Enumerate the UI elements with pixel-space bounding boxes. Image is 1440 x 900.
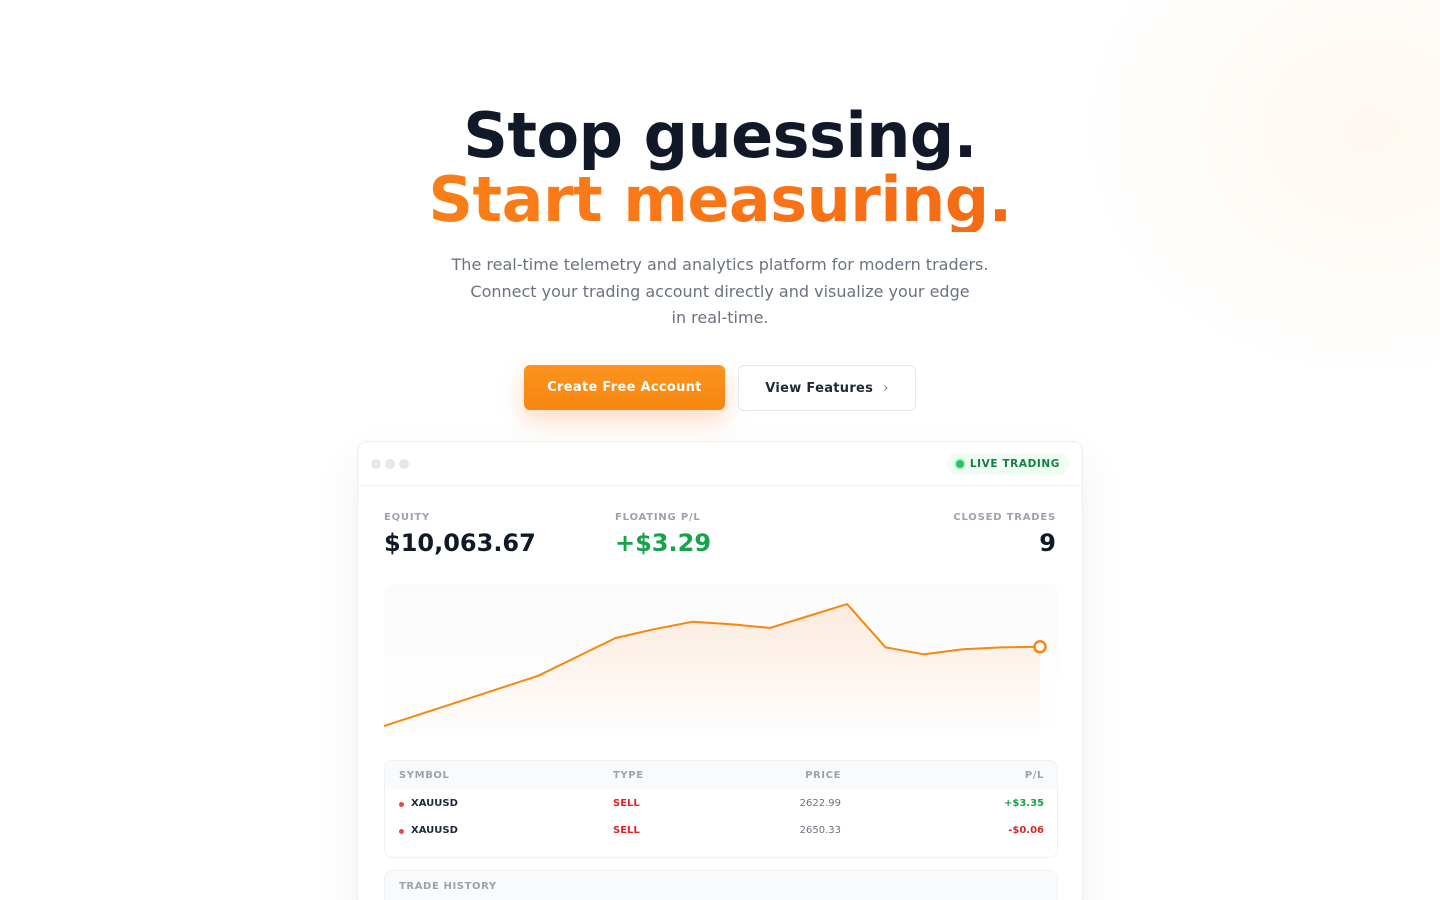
row-type: SELL <box>613 798 640 809</box>
sell-indicator-icon <box>399 829 404 834</box>
equity-chart <box>384 584 1058 740</box>
row-type: SELL <box>613 825 640 836</box>
window-dot-icon <box>399 459 409 469</box>
table-row[interactable]: XAUUSD SELL 2650.33 -$0.06 <box>385 818 1057 844</box>
column-header-price: PRICE <box>805 770 841 781</box>
live-trading-badge: LIVE TRADING <box>946 453 1069 475</box>
subtitle-line: Connect your trading account directly an… <box>470 281 970 301</box>
equity-area <box>384 604 1040 740</box>
floating-pl-value: +$3.29 <box>615 529 712 557</box>
equity-value: $10,063.67 <box>384 529 536 557</box>
row-price: 2622.99 <box>799 798 841 809</box>
headline-line-1: Stop guessing. <box>463 99 977 172</box>
live-status-icon <box>955 460 964 468</box>
dashboard-preview: LIVE TRADING EQUITY $10,063.67 FLOATING … <box>357 441 1083 900</box>
window-titlebar: LIVE TRADING <box>358 442 1082 486</box>
column-header-pl: P/L <box>1024 770 1044 781</box>
row-pl: +$3.35 <box>1003 798 1044 809</box>
live-trading-label: LIVE TRADING <box>969 458 1060 470</box>
subtitle-line: in real-time. <box>671 308 769 327</box>
view-features-label: View Features <box>765 380 874 396</box>
closed-trades-label: CLOSED TRADES <box>953 512 1056 523</box>
column-header-type: TYPE <box>613 770 644 781</box>
floating-pl-label: FLOATING P/L <box>615 512 701 523</box>
open-positions-table: SYMBOL TYPE PRICE P/L XAUUSD SELL 2622.9… <box>384 760 1058 858</box>
cta-row: Create Free Account View Features › <box>0 365 1440 411</box>
window-dot-icon <box>385 459 395 469</box>
hero-subtitle: The real-time telemetry and analytics pl… <box>420 252 1020 332</box>
column-header-symbol: SYMBOL <box>399 770 450 781</box>
chevron-right-icon: › <box>883 380 889 396</box>
equity-chart-svg <box>384 603 1047 740</box>
row-symbol: XAUUSD <box>411 798 458 809</box>
table-row[interactable]: XAUUSD SELL 2622.99 +$3.35 <box>385 791 1057 817</box>
latest-point-marker <box>1033 640 1047 654</box>
window-dot-icon <box>371 459 381 469</box>
trade-history-title: TRADE HISTORY <box>399 881 497 892</box>
trade-history-panel: TRADE HISTORY <box>384 870 1058 900</box>
view-features-button[interactable]: View Features › <box>738 365 916 411</box>
subtitle-line: The real-time telemetry and analytics pl… <box>451 255 989 274</box>
row-symbol: XAUUSD <box>411 825 458 836</box>
create-account-button[interactable]: Create Free Account <box>524 365 725 410</box>
headline-line-2: Start measuring. <box>0 168 1440 232</box>
table-header: SYMBOL TYPE PRICE P/L <box>385 761 1057 789</box>
sell-indicator-icon <box>399 802 404 807</box>
equity-label: EQUITY <box>384 512 431 523</box>
closed-trades-value: 9 <box>1039 529 1056 557</box>
row-price: 2650.33 <box>799 825 841 836</box>
row-pl: -$0.06 <box>1008 825 1044 836</box>
